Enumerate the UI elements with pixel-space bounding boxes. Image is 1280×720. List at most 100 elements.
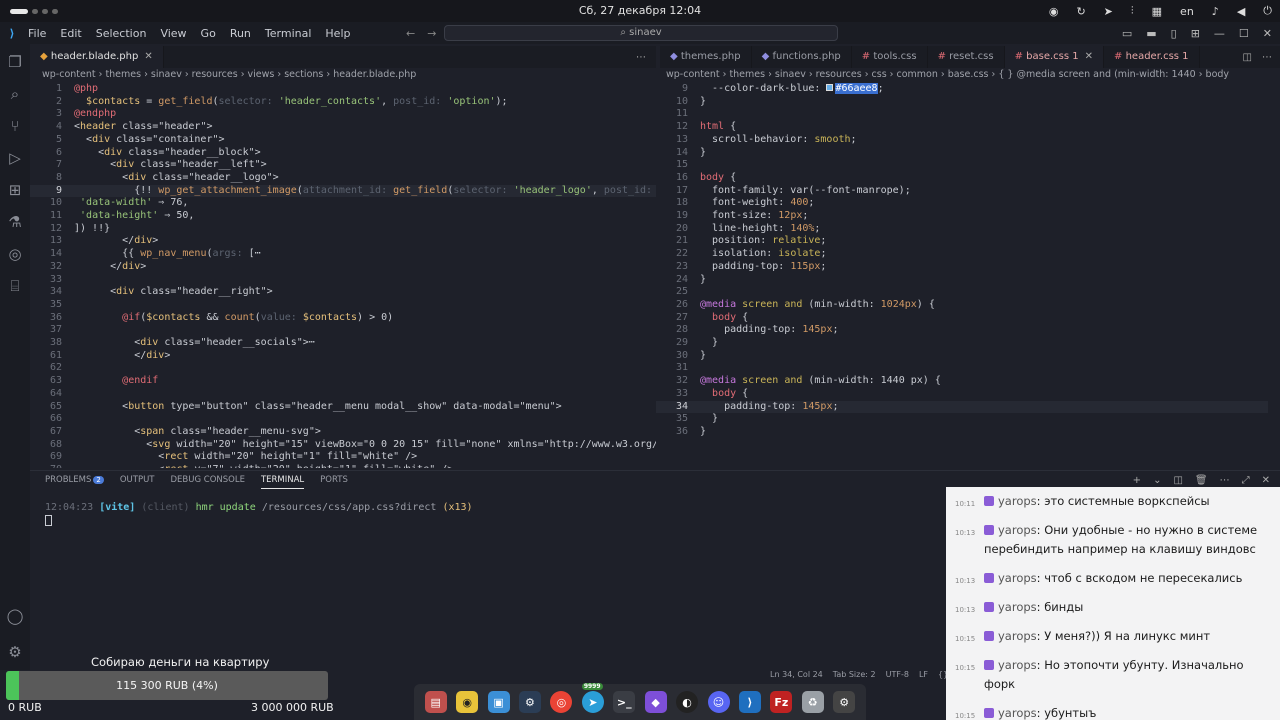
code-line[interactable]: 21 position: relative; [656, 235, 1268, 248]
code-line[interactable]: 26 @media screen and (min-width: 1024px) … [656, 299, 1268, 312]
code-line[interactable]: 12 html { [656, 121, 1268, 134]
code-line[interactable]: 33 body { [656, 388, 1268, 401]
tab-tools-css[interactable]: # tools.css [852, 46, 928, 68]
tab-ports[interactable]: PORTS [320, 475, 348, 489]
refresh-icon[interactable]: ↻ [1076, 5, 1085, 18]
right-code-editor[interactable]: 9 --color-dark-blue: #66aee8; 10} 11 12 html… [656, 83, 1268, 468]
code-line[interactable]: 34 padding-top: 145px; [656, 400, 1268, 414]
left-code-editor[interactable]: 1 @php 2 $contacts = get_field(selector: '… [30, 83, 656, 468]
code-line[interactable]: 30} [656, 350, 1268, 363]
code-line[interactable]: 10} [656, 96, 1268, 109]
telegram-icon[interactable]: ➤ [1104, 5, 1113, 18]
code-line[interactable]: 2 $contacts = get_field(selector: 'heade… [30, 96, 656, 109]
vscode-icon[interactable]: ⟩ [738, 691, 761, 713]
code-line[interactable]: 23 padding-top: 115px; [656, 261, 1268, 274]
close-tab-icon[interactable]: ✕ [144, 51, 152, 62]
close-tab-icon[interactable]: ✕ [1085, 51, 1093, 62]
grid-layout-icon[interactable]: ⊞ [1191, 27, 1200, 40]
code-line[interactable]: 66 [30, 413, 656, 426]
more-actions-icon[interactable]: ⋯ [1262, 52, 1272, 63]
telegram-icon[interactable]: ➤ 9999 [581, 683, 604, 713]
grid-icon[interactable]: ▦ [1152, 5, 1162, 18]
database-icon[interactable]: ⌸ [0, 270, 30, 302]
code-line[interactable]: 20 line-height: 140%; [656, 223, 1268, 236]
back-arrow-icon[interactable]: ← [406, 27, 415, 40]
code-line[interactable]: 18 font-weight: 400; [656, 197, 1268, 210]
code-line[interactable]: 10 'data-width' ⇒ 76, [30, 197, 656, 210]
code-line[interactable]: 7 <div class="header__left"> [30, 159, 656, 172]
code-line[interactable]: 9 {!! wp_get_attachment_image(attachment… [30, 184, 656, 198]
settings-icon[interactable]: ◉ [456, 691, 479, 713]
command-center-search[interactable]: ⌕ sinaev [444, 25, 838, 41]
tab-reset-css[interactable]: # reset.css [928, 46, 1005, 68]
code-line[interactable]: 3 @endphp [30, 108, 656, 121]
layout-icon[interactable]: ▭ [1122, 27, 1132, 40]
trash-icon[interactable]: ♻ [801, 691, 824, 713]
store-icon[interactable]: ▣ [487, 691, 510, 713]
sidebar-toggle-icon[interactable]: ▯ [1171, 27, 1177, 40]
volume-icon[interactable]: ◀ [1237, 5, 1245, 18]
search-icon[interactable]: ⌕ [0, 78, 30, 110]
more-actions-icon[interactable]: ⋯ [636, 52, 646, 63]
code-line[interactable]: 28 padding-top: 145px; [656, 324, 1268, 337]
menu-terminal[interactable]: Terminal [265, 27, 312, 40]
code-line[interactable]: 70 <rect y="7" width="20" height="1" fil… [30, 464, 656, 468]
code-line[interactable]: 17 font-family: var(--font-manrope); [656, 185, 1268, 198]
code-line[interactable]: 65 <button type="button" class="header__… [30, 401, 656, 414]
chrome-icon[interactable]: ◎ [550, 691, 573, 713]
code-line[interactable]: 15 [656, 159, 1268, 172]
tab-terminal[interactable]: TERMINAL [260, 475, 305, 489]
forward-arrow-icon[interactable]: → [427, 27, 436, 40]
code-line[interactable]: 38 <div class="header__socials">⋯ [30, 337, 656, 350]
right-breadcrumb[interactable]: wp-content › themes › sinaev › resources… [666, 67, 1266, 83]
explorer-icon[interactable]: ❐ [0, 46, 30, 78]
tab-base-css[interactable]: # base.css 1 ✕ [1004, 46, 1105, 68]
tab-output[interactable]: OUTPUT [120, 475, 155, 489]
code-line[interactable]: 1 @php [30, 83, 656, 96]
chevron-down-icon[interactable]: ⌄ [1153, 475, 1161, 486]
terminal-icon[interactable]: >_ [613, 691, 636, 713]
eol[interactable]: LF [919, 670, 928, 684]
manage-gear-icon[interactable]: ⚙ [0, 636, 30, 668]
code-line[interactable]: 29 } [656, 337, 1268, 350]
code-line[interactable]: 34 <div class="header__right"> [30, 286, 656, 299]
trash-icon[interactable]: 🗑 [1195, 475, 1208, 486]
code-line[interactable]: 14} [656, 147, 1268, 160]
code-line[interactable]: 5 <div class="container"> [30, 134, 656, 147]
color-swatch[interactable] [826, 84, 834, 91]
menu-go[interactable]: Go [201, 27, 216, 40]
tab-header-blade[interactable]: ◆ header.blade.php ✕ [30, 46, 164, 68]
left-breadcrumb[interactable]: wp-content › themes › sinaev › resources… [42, 67, 652, 83]
discord-icon[interactable]: ☺ [707, 691, 730, 713]
maximize-panel-icon[interactable]: ⤢ [1242, 475, 1250, 486]
code-line[interactable]: 36 @if($contacts && count(value: $contac… [30, 312, 656, 325]
steam-icon[interactable]: ⚙ [518, 691, 541, 713]
run-debug-icon[interactable]: ▷ [0, 142, 30, 174]
code-line[interactable]: 68 <svg width="20" height="15" viewBox="… [30, 439, 656, 452]
remote-icon[interactable]: ◎ [0, 238, 30, 270]
language-indicator[interactable]: en [1180, 5, 1194, 18]
power-icon[interactable]: ⏻ [1263, 4, 1272, 18]
code-line[interactable]: 16 body { [656, 172, 1268, 185]
language-mode[interactable]: {} P [938, 670, 946, 684]
menu-selection[interactable]: Selection [96, 27, 147, 40]
source-control-icon[interactable]: ⑂ [0, 110, 30, 142]
code-line[interactable]: 64 [30, 388, 656, 401]
account-icon[interactable]: ◯ [0, 600, 30, 632]
code-line[interactable]: 32 </div> [30, 261, 656, 274]
code-line[interactable]: 11 [656, 108, 1268, 121]
cursor-position[interactable]: Ln 34, Col 24 [770, 670, 823, 684]
code-line[interactable]: 36} [656, 426, 1268, 439]
split-editor-icon[interactable]: ◫ [1243, 52, 1252, 63]
code-line[interactable]: 9 --color-dark-blue: #66aee8; [656, 83, 1268, 96]
code-line[interactable]: 31 [656, 362, 1268, 375]
code-line[interactable]: 25 [656, 286, 1268, 299]
code-line[interactable]: 11 'data-height' ⇒ 50, [30, 210, 656, 223]
close-icon[interactable]: ✕ [1263, 27, 1272, 40]
code-line[interactable]: 37 [30, 324, 656, 337]
tab-header-css[interactable]: # header.css 1 [1104, 46, 1200, 68]
code-line[interactable]: 35 [30, 299, 656, 312]
menu-run[interactable]: Run [230, 27, 251, 40]
close-panel-icon[interactable]: ✕ [1262, 475, 1270, 486]
encoding[interactable]: UTF-8 [886, 670, 909, 684]
